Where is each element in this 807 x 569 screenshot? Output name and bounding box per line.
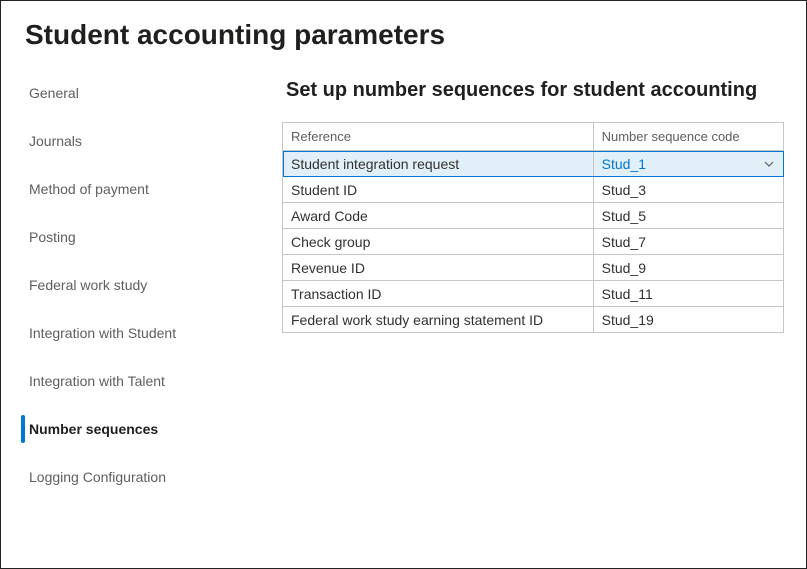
sidebar-item-integration-with-student[interactable]: Integration with Student xyxy=(1,309,278,357)
code-dropdown[interactable]: Stud_1 xyxy=(602,156,775,172)
sidebar-item-federal-work-study[interactable]: Federal work study xyxy=(1,261,278,309)
table-row[interactable]: Revenue ID Stud_9 xyxy=(283,255,784,281)
cell-code[interactable]: Stud_9 xyxy=(593,255,783,281)
content-area: General Journals Method of payment Posti… xyxy=(1,67,806,568)
table-row[interactable]: Federal work study earning statement ID … xyxy=(283,307,784,333)
cell-code[interactable]: Stud_7 xyxy=(593,229,783,255)
column-header-reference[interactable]: Reference xyxy=(283,123,594,151)
table-row[interactable]: Check group Stud_7 xyxy=(283,229,784,255)
sidebar-item-label: General xyxy=(29,85,79,101)
sidebar-item-label: Method of payment xyxy=(29,181,149,197)
sidebar-item-posting[interactable]: Posting xyxy=(1,213,278,261)
table-row[interactable]: Transaction ID Stud_11 xyxy=(283,281,784,307)
sidebar-item-label: Federal work study xyxy=(29,277,147,293)
sidebar-item-general[interactable]: General xyxy=(1,69,278,117)
section-title: Set up number sequences for student acco… xyxy=(286,79,784,102)
table-row[interactable]: Student integration request Stud_1 xyxy=(283,151,784,177)
cell-reference[interactable]: Revenue ID xyxy=(283,255,594,281)
page-title: Student accounting parameters xyxy=(1,1,806,67)
sidebar-item-label: Integration with Talent xyxy=(29,373,165,389)
cell-code-dropdown[interactable]: Stud_1 xyxy=(593,151,783,177)
cell-reference[interactable]: Student integration request xyxy=(283,151,594,177)
window: Student accounting parameters General Jo… xyxy=(0,0,807,569)
cell-reference[interactable]: Student ID xyxy=(283,177,594,203)
cell-reference[interactable]: Award Code xyxy=(283,203,594,229)
sidebar-item-label: Number sequences xyxy=(29,421,158,437)
sidebar-item-method-of-payment[interactable]: Method of payment xyxy=(1,165,278,213)
sidebar-item-integration-with-talent[interactable]: Integration with Talent xyxy=(1,357,278,405)
sidebar-item-label: Integration with Student xyxy=(29,325,176,341)
cell-reference[interactable]: Transaction ID xyxy=(283,281,594,307)
cell-code[interactable]: Stud_3 xyxy=(593,177,783,203)
sidebar-item-logging-configuration[interactable]: Logging Configuration xyxy=(1,453,278,501)
number-sequence-grid: Reference Number sequence code Student i… xyxy=(282,122,784,333)
cell-reference[interactable]: Federal work study earning statement ID xyxy=(283,307,594,333)
sidebar-item-number-sequences[interactable]: Number sequences xyxy=(1,405,278,453)
sidebar-item-label: Journals xyxy=(29,133,82,149)
chevron-down-icon xyxy=(763,158,775,170)
cell-code[interactable]: Stud_5 xyxy=(593,203,783,229)
cell-code[interactable]: Stud_11 xyxy=(593,281,783,307)
sidebar-item-journals[interactable]: Journals xyxy=(1,117,278,165)
table-header-row: Reference Number sequence code xyxy=(283,123,784,151)
table-row[interactable]: Student ID Stud_3 xyxy=(283,177,784,203)
cell-reference[interactable]: Check group xyxy=(283,229,594,255)
main-panel: Set up number sequences for student acco… xyxy=(278,67,806,568)
sidebar-item-label: Posting xyxy=(29,229,76,245)
code-dropdown-value: Stud_1 xyxy=(602,156,646,172)
sidebar-item-label: Logging Configuration xyxy=(29,469,166,485)
table-row[interactable]: Award Code Stud_5 xyxy=(283,203,784,229)
sidebar: General Journals Method of payment Posti… xyxy=(1,67,278,568)
column-header-code[interactable]: Number sequence code xyxy=(593,123,783,151)
cell-code[interactable]: Stud_19 xyxy=(593,307,783,333)
